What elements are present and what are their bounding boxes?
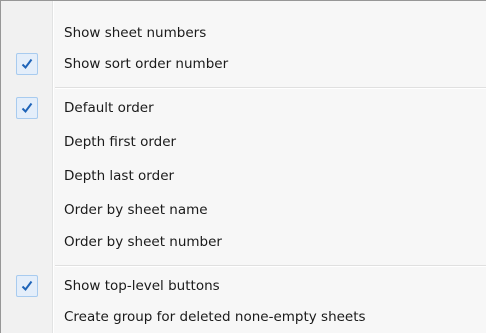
menu-item-show-sort-order-number[interactable]: Show sort order number — [1, 47, 487, 81]
checkmark-icon — [16, 53, 38, 75]
checkmark-icon — [16, 275, 38, 297]
menu-item-order-by-sheet-name[interactable]: Order by sheet name — [1, 193, 487, 227]
menu-item-show-top-level-buttons[interactable]: Show top-level buttons — [1, 269, 487, 303]
menu-item-create-group-for-deleted-sheets[interactable]: Create group for deleted none-empty shee… — [1, 300, 487, 334]
menu-item-depth-last-order[interactable]: Depth last order — [1, 159, 487, 193]
context-menu: Show sheet numbers Show sort order numbe… — [0, 0, 486, 333]
menu-item-label: Order by sheet number — [64, 234, 222, 250]
menu-item-label: Default order — [64, 100, 154, 116]
menu-item-label: Show sort order number — [64, 56, 229, 72]
menu-item-label: Depth last order — [64, 168, 175, 184]
menu-separator-highlight — [55, 266, 486, 267]
menu-item-label: Depth first order — [64, 134, 177, 150]
menu-item-label: Create group for deleted none-empty shee… — [64, 309, 366, 325]
menu-item-order-by-sheet-number[interactable]: Order by sheet number — [1, 225, 487, 259]
menu-separator-highlight — [55, 88, 486, 89]
menu-item-default-order[interactable]: Default order — [1, 91, 487, 125]
checkmark-icon — [16, 97, 38, 119]
menu-item-depth-first-order[interactable]: Depth first order — [1, 125, 487, 159]
menu-item-label: Show sheet numbers — [64, 25, 207, 41]
menu-item-show-sheet-numbers[interactable]: Show sheet numbers — [1, 16, 487, 50]
menu-item-label: Show top-level buttons — [64, 278, 220, 294]
menu-item-label: Order by sheet name — [64, 202, 208, 218]
